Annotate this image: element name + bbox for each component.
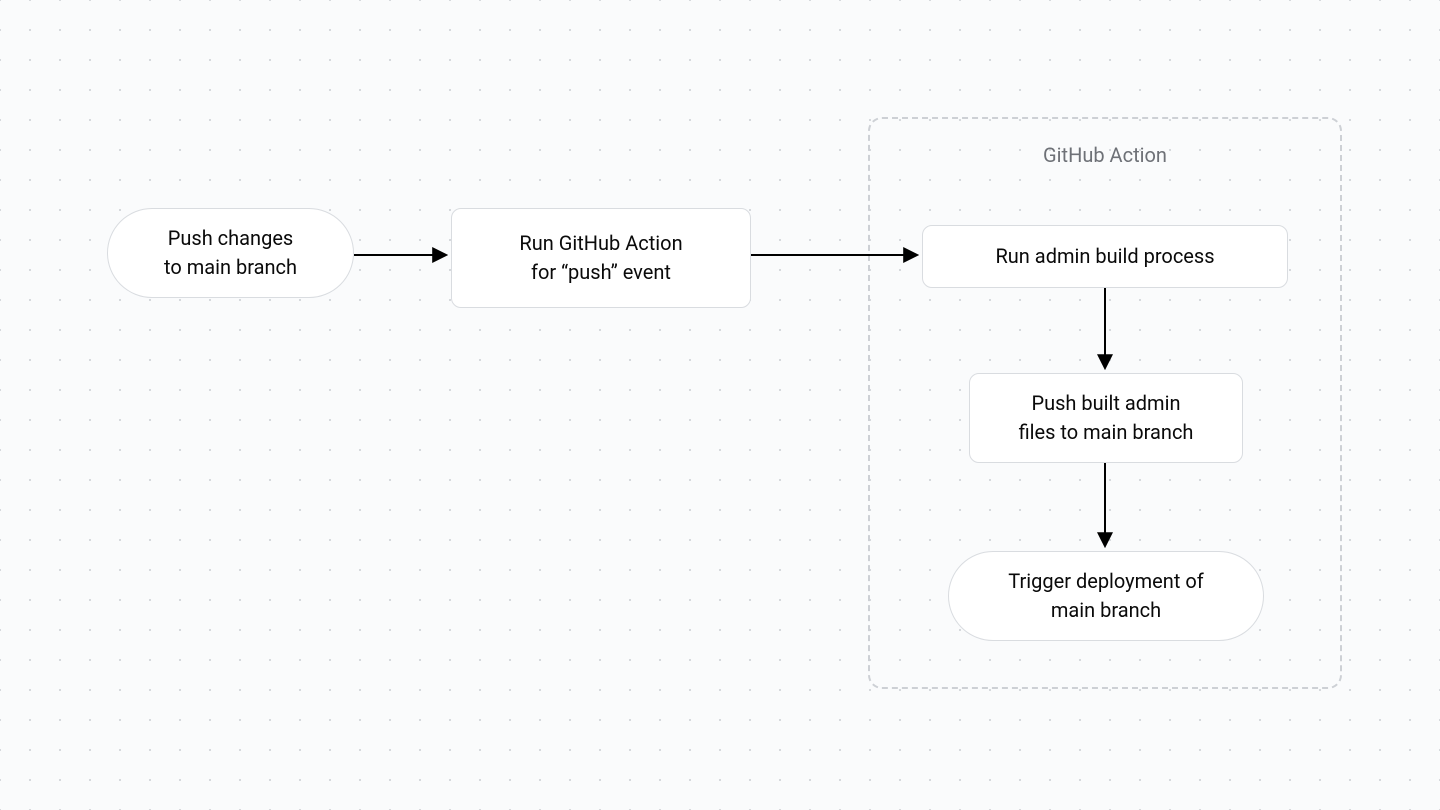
diagram-canvas: GitHub Action Push changes to main branc…: [0, 0, 1440, 810]
group-label: GitHub Action: [870, 143, 1340, 167]
node-text: Run admin build process: [995, 242, 1214, 271]
node-text: Push changes to main branch: [164, 224, 297, 282]
node-push-built: Push built admin files to main branch: [969, 373, 1243, 463]
node-text: Push built admin files to main branch: [1019, 389, 1194, 447]
node-build: Run admin build process: [922, 225, 1288, 288]
node-text: Run GitHub Action for “push” event: [519, 229, 682, 287]
node-text: Trigger deployment of main branch: [1008, 567, 1203, 625]
node-run-action: Run GitHub Action for “push” event: [451, 208, 751, 308]
node-deploy: Trigger deployment of main branch: [948, 551, 1264, 641]
node-push-changes: Push changes to main branch: [107, 208, 354, 298]
